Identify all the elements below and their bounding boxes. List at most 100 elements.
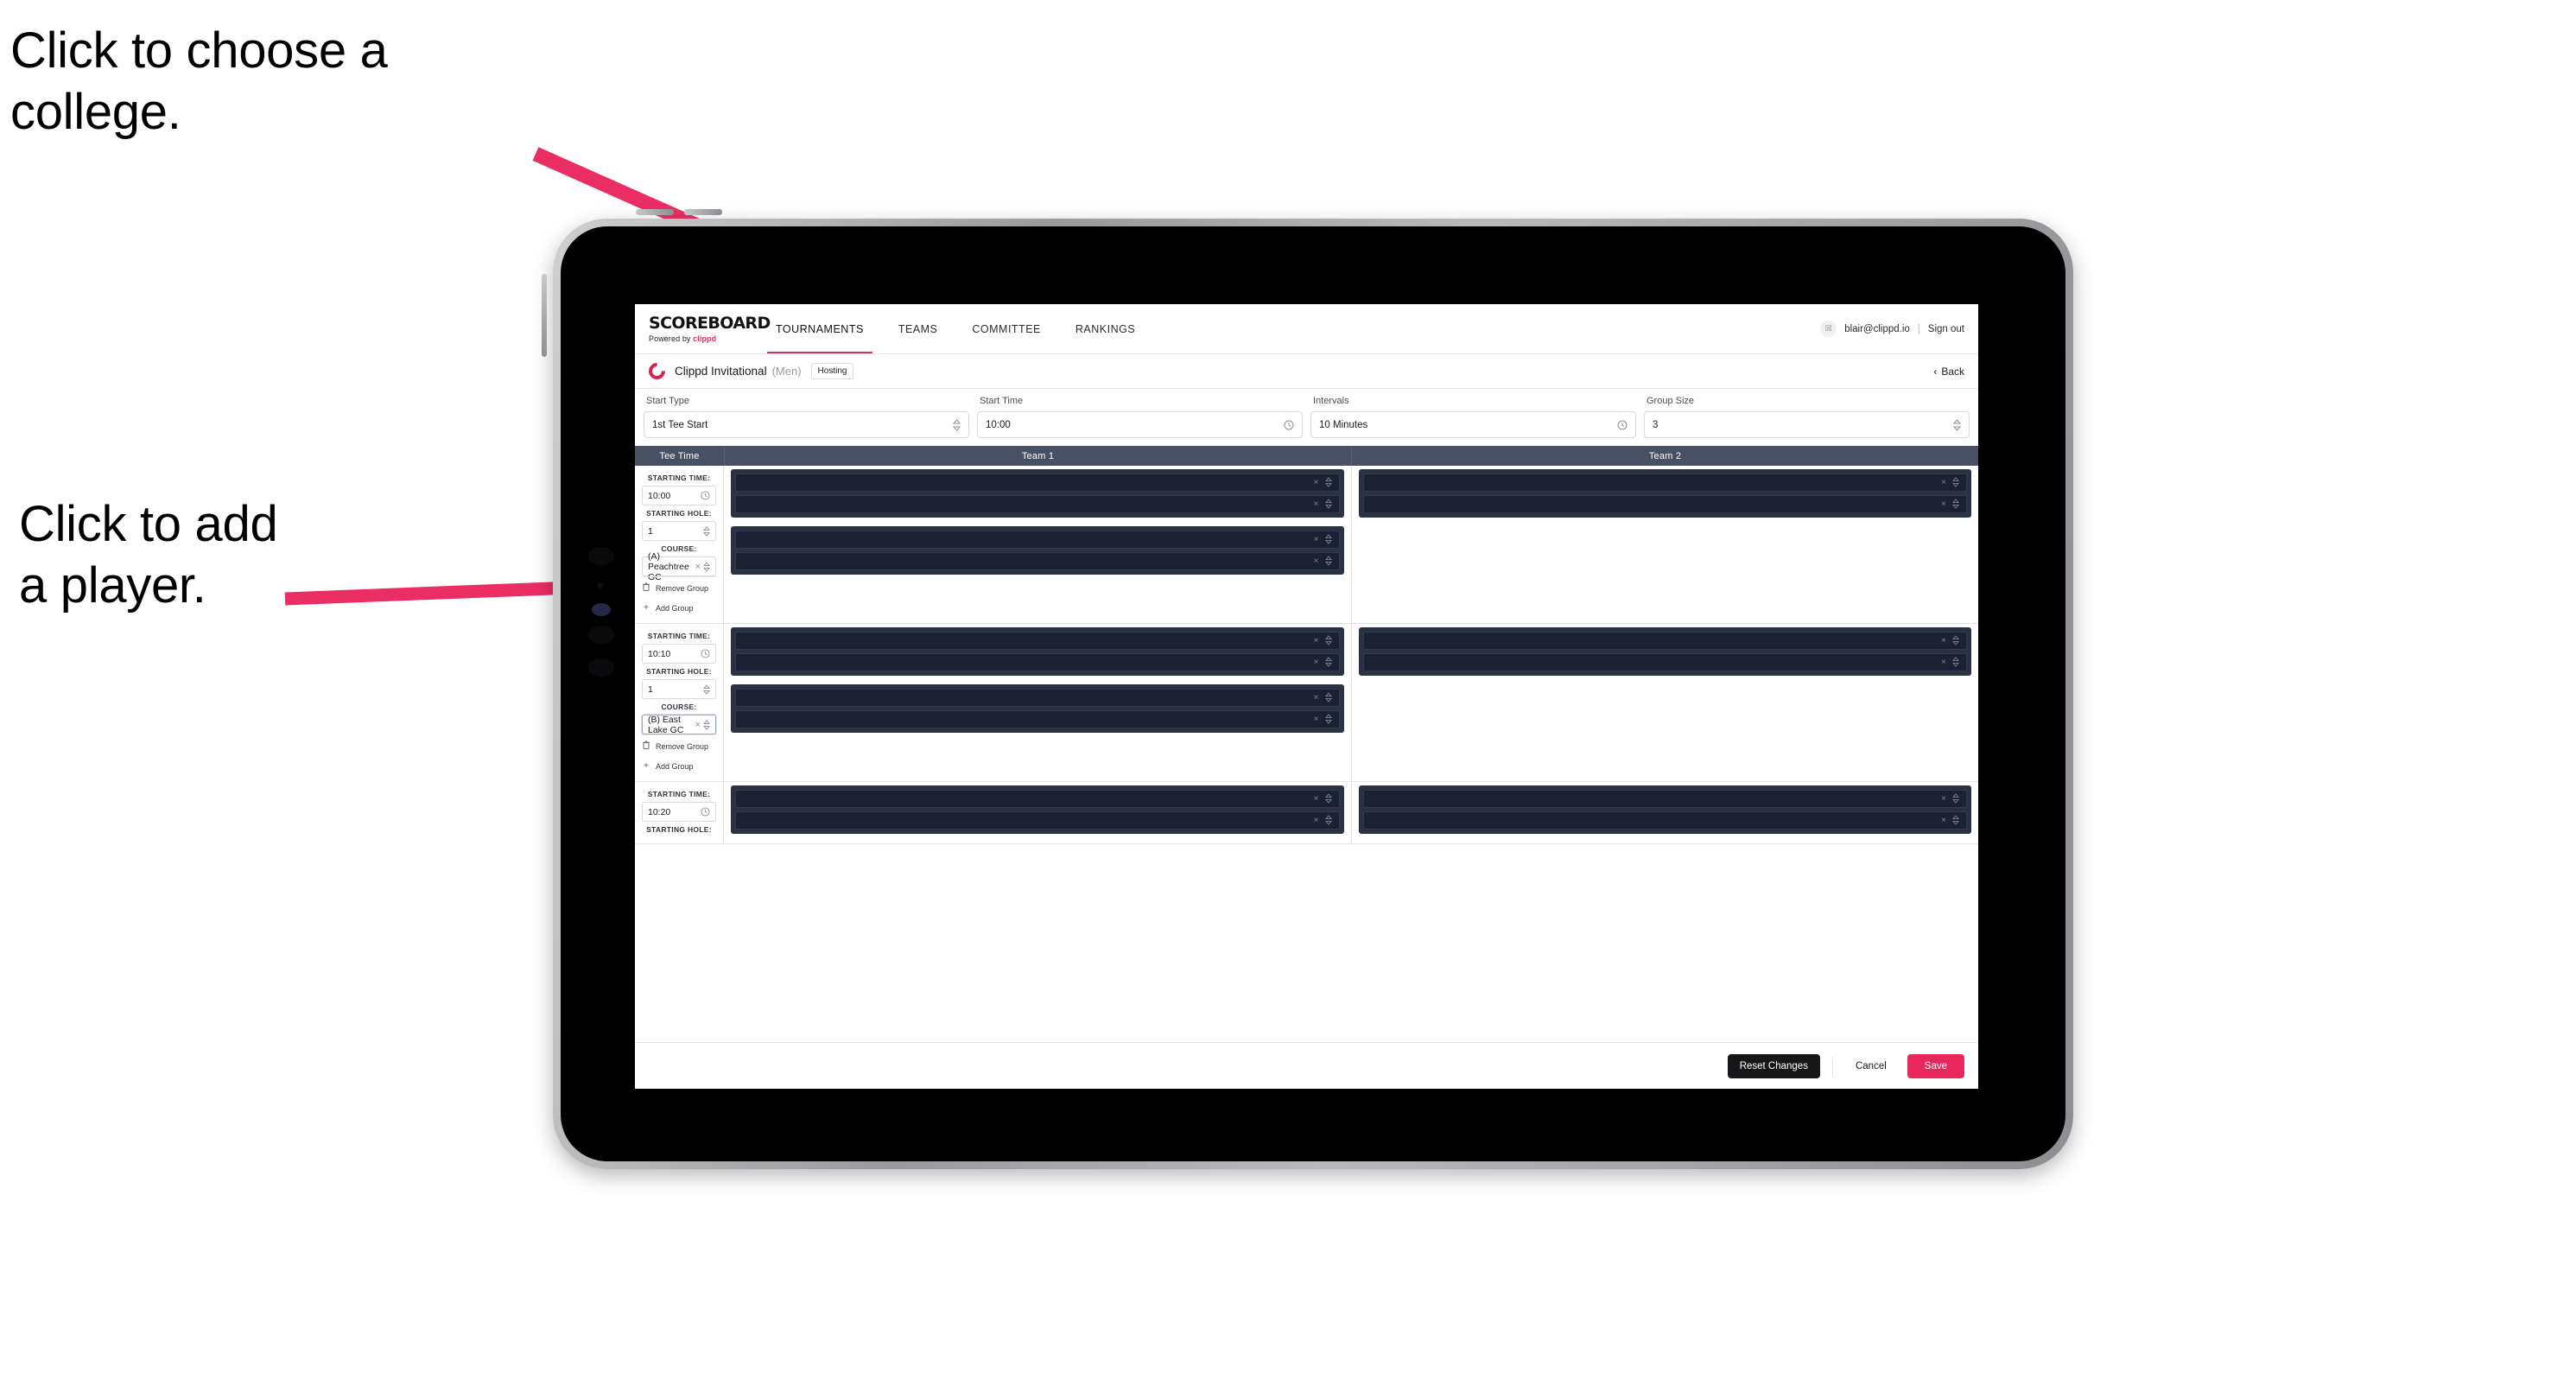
back-label: Back (1941, 365, 1964, 378)
clear-icon[interactable]: × (1314, 816, 1319, 825)
scoreboard-logo[interactable]: SCOREBOARD Powered by clippd (649, 315, 771, 343)
chevron-updown-icon[interactable] (1324, 792, 1332, 805)
chevron-updown-icon[interactable] (1324, 713, 1332, 726)
starting-time-input[interactable]: 10:10 (642, 644, 716, 664)
clear-icon[interactable]: × (1314, 478, 1319, 487)
team-1-column: × × × × (724, 466, 1352, 623)
clear-icon[interactable]: × (1314, 636, 1319, 645)
nav-item-rankings[interactable]: RANKINGS (1058, 304, 1152, 353)
player-slot[interactable]: × (1362, 632, 1967, 650)
player-slot[interactable]: × (735, 710, 1340, 728)
avatar-icon[interactable]: ☒ (1820, 321, 1837, 337)
clear-icon[interactable]: × (1314, 658, 1319, 667)
clear-icon[interactable]: × (1314, 715, 1319, 724)
clear-icon[interactable]: × (1941, 794, 1946, 804)
stepper-icon (703, 683, 710, 695)
nav-item-committee[interactable]: COMMITTEE (955, 304, 1058, 353)
trash-icon (642, 741, 650, 752)
clear-icon[interactable]: × (1941, 816, 1946, 825)
starting-hole-input[interactable]: 1 (642, 679, 716, 699)
add-group-button[interactable]: + Add Group (640, 598, 718, 617)
power-button[interactable] (636, 209, 674, 215)
clear-icon[interactable]: × (1314, 794, 1319, 804)
add-group-button[interactable]: + Add Group (640, 756, 718, 775)
camera-lens-2 (597, 582, 604, 588)
clear-icon[interactable]: × (1941, 478, 1946, 487)
tee-time-list[interactable]: STARTING TIME: 10:00 STARTING HOLE: 1 COURSE… (635, 466, 1978, 1042)
team-2-column: × × (1352, 624, 1979, 781)
trash-icon (642, 582, 650, 594)
starting-hole-input-value: 1 (648, 683, 653, 695)
starting-time-input-value: 10:00 (648, 490, 671, 501)
save-button[interactable]: Save (1907, 1053, 1964, 1078)
stepper-icon (703, 525, 710, 537)
course-select[interactable]: (A) Peachtree GC × (642, 551, 716, 582)
top-button-2[interactable] (684, 209, 722, 215)
player-slot[interactable]: × (735, 552, 1340, 570)
course-select[interactable]: (B) East Lake GC × (642, 715, 716, 735)
cancel-button[interactable]: Cancel (1845, 1054, 1897, 1078)
player-slot[interactable]: × (735, 632, 1340, 650)
team-2-column: × × (1352, 782, 1979, 843)
chevron-updown-icon[interactable] (1952, 476, 1959, 489)
player-slot[interactable]: × (735, 531, 1340, 549)
starting-time-input[interactable]: 10:00 (642, 486, 716, 505)
clear-icon[interactable]: × (1314, 693, 1319, 703)
player-group: × × (731, 785, 1344, 834)
chevron-updown-icon[interactable] (1952, 814, 1959, 827)
player-slot[interactable]: × (1362, 811, 1967, 830)
clear-icon[interactable]: × (1314, 499, 1319, 509)
sign-out-link[interactable]: Sign out (1928, 324, 1964, 334)
chevron-updown-icon[interactable] (1952, 634, 1959, 647)
clear-icon[interactable]: × (1941, 658, 1946, 667)
player-slot[interactable]: × (1362, 653, 1967, 671)
clear-icon[interactable]: × (1314, 556, 1319, 566)
chevron-updown-icon[interactable] (1952, 656, 1959, 669)
start-time-input[interactable]: 10:00 (977, 411, 1303, 438)
chevron-updown-icon[interactable] (1952, 498, 1959, 511)
chevron-updown-icon[interactable] (1324, 498, 1332, 511)
player-slot[interactable]: × (1362, 790, 1967, 808)
player-slot[interactable]: × (735, 653, 1340, 671)
volume-button[interactable] (542, 274, 547, 357)
chevron-updown-icon[interactable] (1324, 555, 1332, 568)
remove-group-button[interactable]: Remove Group (640, 734, 718, 756)
chevron-updown-icon[interactable] (1324, 691, 1332, 704)
player-slot[interactable]: × (1362, 474, 1967, 492)
field-label: STARTING TIME: (647, 474, 711, 482)
player-slot[interactable]: × (735, 474, 1340, 492)
filter-start-time: Start Time 10:00 (977, 396, 1303, 438)
player-slot[interactable]: × (735, 689, 1340, 707)
starting-time-input[interactable]: 10:20 (642, 802, 716, 822)
chevron-updown-icon[interactable] (1324, 814, 1332, 827)
clear-and-chevron-icons: × (695, 720, 710, 730)
player-slot[interactable]: × (735, 811, 1340, 830)
nav-separator: | (1917, 323, 1920, 334)
chevron-updown-icon[interactable] (1324, 533, 1332, 546)
clear-icon[interactable]: × (1941, 636, 1946, 645)
reset-changes-button[interactable]: Reset Changes (1727, 1053, 1820, 1078)
team-2-column: × × (1352, 466, 1979, 623)
chevron-updown-icon[interactable] (1324, 476, 1332, 489)
chevron-updown-icon[interactable] (1324, 634, 1332, 647)
clear-icon[interactable]: × (1314, 535, 1319, 544)
starting-hole-input[interactable]: 1 (642, 521, 716, 541)
chevron-updown-icon[interactable] (1324, 656, 1332, 669)
annotation-choose-college: Click to choose a college. (10, 22, 388, 140)
nav-item-teams[interactable]: TEAMS (881, 304, 955, 353)
intervals-input[interactable]: 10 Minutes (1310, 411, 1636, 438)
remove-group-button[interactable]: Remove Group (640, 576, 718, 598)
chevron-updown-icon[interactable] (1952, 792, 1959, 805)
start-type-select[interactable]: 1st Tee Start (644, 411, 969, 438)
clear-icon[interactable]: × (1941, 499, 1946, 509)
clear-icon[interactable]: × (695, 720, 701, 730)
table-header-row: Tee Time Team 1 Team 2 (635, 446, 1978, 466)
player-slot[interactable]: × (735, 790, 1340, 808)
clear-icon[interactable]: × (695, 562, 701, 572)
player-slot[interactable]: × (1362, 495, 1967, 513)
group-size-stepper[interactable]: 3 (1644, 411, 1970, 438)
back-button[interactable]: ‹ Back (1933, 366, 1964, 378)
nav-item-tournaments[interactable]: TOURNAMENTS (758, 304, 881, 353)
clear-and-chevron-icons: × (695, 562, 710, 572)
player-slot[interactable]: × (735, 495, 1340, 513)
